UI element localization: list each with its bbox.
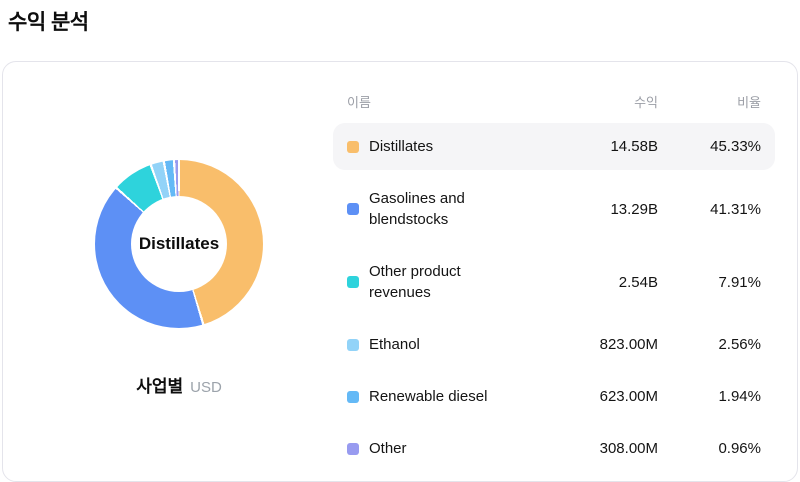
series-label: Ethanol [369, 336, 420, 353]
series-color-swatch [347, 140, 359, 153]
series-revenue: 623.00M [599, 388, 658, 405]
series-ratio: 45.33% [710, 138, 761, 155]
series-label: Renewable diesel [369, 388, 488, 405]
table-row-gasolines[interactable]: Gasolines and blendstocks 13.29B 41.31% [333, 175, 775, 243]
table-row-ethanol[interactable]: Ethanol 823.00M 2.56% [333, 321, 775, 368]
series-label: Other product revenues [369, 263, 461, 301]
table-row-renewable-diesel[interactable]: Renewable diesel 623.00M 1.94% [333, 373, 775, 420]
series-color-swatch [347, 338, 359, 351]
series-label: Gasolines and blendstocks [369, 190, 465, 228]
chart-grouping-label: 사업별 [136, 377, 184, 396]
chart-column: Distillates 사업별 USD [3, 62, 333, 481]
header-name: 이름 [347, 95, 371, 110]
donut-chart[interactable]: Distillates [95, 160, 263, 328]
series-color-swatch [347, 203, 359, 215]
series-revenue: 14.58B [610, 138, 658, 155]
series-revenue: 13.29B [610, 200, 658, 218]
table-row-other-product-revenues[interactable]: Other product revenues 2.54B 7.91% [333, 248, 775, 316]
series-ratio: 2.56% [718, 336, 761, 353]
series-color-swatch [347, 276, 359, 288]
series-ratio: 0.96% [718, 440, 761, 457]
chart-caption: 사업별 USD [136, 372, 222, 397]
series-ratio: 7.91% [718, 273, 761, 291]
table-row-other[interactable]: Other 308.00M 0.96% [333, 425, 775, 472]
series-color-swatch [347, 390, 359, 403]
header-revenue: 수익 [634, 95, 658, 110]
series-label: Other [369, 440, 407, 457]
series-revenue: 2.54B [618, 273, 658, 291]
series-revenue: 823.00M [599, 336, 658, 353]
table-row-distillates[interactable]: Distillates 14.58B 45.33% [333, 123, 775, 170]
revenue-analysis-card: Distillates 사업별 USD 이름 수익 비율 Distillates… [2, 61, 798, 482]
header-ratio: 비율 [737, 95, 761, 110]
chart-currency-label: USD [190, 379, 222, 396]
donut-hole: Distillates [131, 196, 227, 292]
series-label: Distillates [369, 138, 434, 155]
page-title: 수익 분석 [8, 11, 89, 34]
series-ratio: 41.31% [710, 200, 761, 218]
revenue-table: 이름 수익 비율 Distillates 14.58B 45.33% Gasol… [333, 62, 797, 481]
table-header-row: 이름 수익 비율 [333, 92, 775, 111]
series-color-swatch [347, 442, 359, 455]
series-revenue: 308.00M [599, 440, 658, 457]
donut-center-label: Distillates [138, 234, 220, 253]
series-ratio: 1.94% [718, 388, 761, 405]
